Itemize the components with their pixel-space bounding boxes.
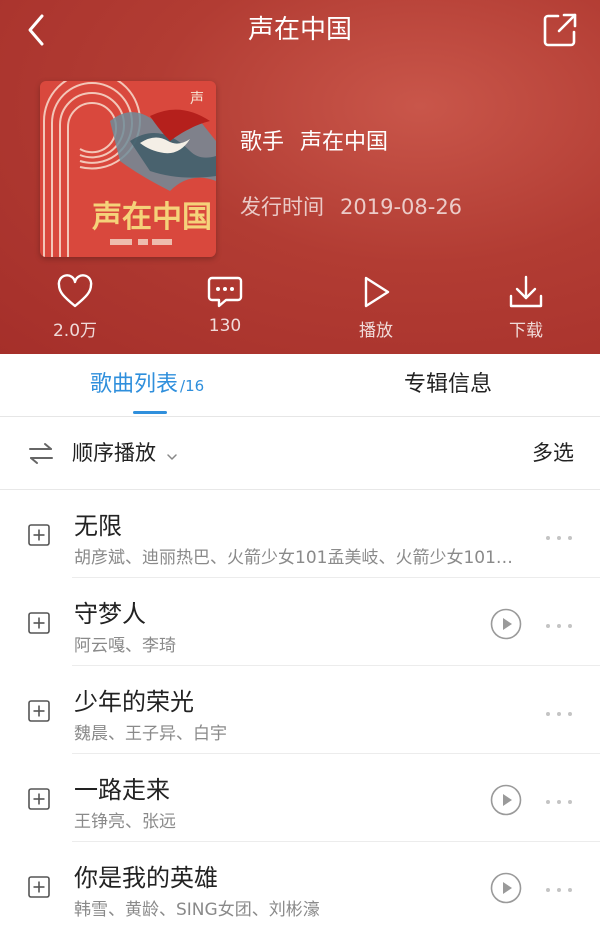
multi-select-button[interactable]: 多选 bbox=[532, 417, 574, 489]
song-artists: 胡彦斌、迪丽热巴、火箭少女101孟美岐、火箭少女101吴宣仪 bbox=[74, 548, 526, 568]
release-row: 发行时间 2019-08-26 bbox=[240, 191, 462, 221]
song-title: 少年的荣光 bbox=[74, 688, 194, 716]
share-icon bbox=[543, 13, 577, 47]
cover-title-text: 声在中国 bbox=[92, 200, 212, 235]
song-title: 一路走来 bbox=[74, 776, 170, 804]
play-controls: 顺序播放 多选 bbox=[0, 417, 600, 490]
song-count: /16 bbox=[180, 377, 205, 395]
album-cover[interactable]: 声 声在中国 bbox=[40, 81, 216, 257]
plus-box-icon bbox=[28, 700, 50, 722]
tab-album-info-label: 专辑信息 bbox=[404, 372, 493, 397]
song-artists: 阿云嘎、李琦 bbox=[74, 636, 176, 656]
singer-row[interactable]: 歌手 声在中国 bbox=[240, 124, 388, 156]
add-to-playlist-button[interactable] bbox=[28, 788, 50, 810]
album-cover-art: 声 声在中国 bbox=[40, 81, 216, 257]
plus-box-icon bbox=[28, 788, 50, 810]
more-options-button[interactable] bbox=[544, 616, 574, 628]
order-dropdown[interactable] bbox=[166, 447, 178, 466]
plus-box-icon bbox=[28, 524, 50, 546]
download-label: 下载 bbox=[509, 321, 543, 341]
download-button[interactable]: 下载 bbox=[471, 274, 581, 341]
active-tab-indicator bbox=[133, 411, 167, 414]
more-options-button[interactable] bbox=[544, 704, 574, 716]
song-artists: 王铮亮、张远 bbox=[74, 812, 176, 832]
mv-play-button[interactable] bbox=[490, 608, 522, 640]
plus-box-icon bbox=[28, 612, 50, 634]
list-item[interactable]: 少年的荣光 魏晨、王子异、白宇 bbox=[0, 666, 600, 754]
favorite-count: 2.0万 bbox=[52, 321, 98, 341]
comment-button[interactable]: 130 bbox=[170, 274, 280, 340]
tab-song-list-label: 歌曲列表 bbox=[90, 372, 179, 397]
list-item[interactable]: 无限 胡彦斌、迪丽热巴、火箭少女101孟美岐、火箭少女101吴宣仪 bbox=[0, 490, 600, 578]
more-options-button[interactable] bbox=[544, 880, 574, 892]
release-label: 发行时间 bbox=[240, 195, 324, 219]
order-mode-label[interactable]: 顺序播放 bbox=[72, 417, 156, 489]
song-artists: 魏晨、王子异、白宇 bbox=[74, 724, 227, 744]
add-to-playlist-button[interactable] bbox=[28, 612, 50, 634]
list-item[interactable]: 你是我的英雄 韩雪、黄龄、SING女团、刘彬濠 bbox=[0, 842, 600, 930]
song-title: 无限 bbox=[74, 512, 122, 540]
tab-bar: 歌曲列表/16 专辑信息 bbox=[0, 354, 600, 417]
favorite-button[interactable]: 2.0万 bbox=[20, 274, 130, 341]
tab-album-info[interactable]: 专辑信息 bbox=[404, 354, 492, 416]
page-title: 声在中国 bbox=[247, 15, 352, 45]
more-dots-icon bbox=[546, 800, 572, 804]
sequential-play-icon bbox=[29, 443, 53, 464]
comment-icon bbox=[207, 276, 243, 308]
singer-label: 歌手 bbox=[240, 130, 285, 155]
mv-play-button[interactable] bbox=[490, 872, 522, 904]
svg-text:声: 声 bbox=[190, 91, 204, 107]
download-icon bbox=[509, 275, 543, 308]
song-title: 守梦人 bbox=[74, 600, 146, 628]
more-dots-icon bbox=[546, 712, 572, 716]
play-all-button[interactable]: 播放 bbox=[321, 274, 431, 341]
comment-count: 130 bbox=[208, 316, 242, 336]
play-label: 播放 bbox=[359, 321, 393, 341]
mv-play-button[interactable] bbox=[490, 784, 522, 816]
more-options-button[interactable] bbox=[544, 528, 574, 540]
play-icon bbox=[364, 276, 390, 308]
song-title: 你是我的英雄 bbox=[74, 864, 218, 892]
mv-play-icon bbox=[490, 784, 522, 816]
release-date: 2019-08-26 bbox=[340, 195, 463, 219]
mv-play-icon bbox=[490, 872, 522, 904]
more-options-button[interactable] bbox=[544, 792, 574, 804]
singer-name[interactable]: 声在中国 bbox=[300, 130, 388, 155]
add-to-playlist-button[interactable] bbox=[28, 524, 50, 546]
more-dots-icon bbox=[546, 888, 572, 892]
action-row: 2.0万 130 播放 下载 bbox=[0, 274, 600, 344]
share-button[interactable] bbox=[540, 10, 580, 50]
more-dots-icon bbox=[546, 624, 572, 628]
order-mode-button[interactable] bbox=[28, 441, 54, 469]
list-item[interactable]: 一路走来 王铮亮、张远 bbox=[0, 754, 600, 842]
add-to-playlist-button[interactable] bbox=[28, 700, 50, 722]
chevron-down-icon bbox=[167, 454, 177, 460]
tab-song-list[interactable]: 歌曲列表/16 bbox=[90, 354, 204, 416]
plus-box-icon bbox=[28, 876, 50, 898]
heart-icon bbox=[57, 274, 93, 308]
list-item[interactable]: 守梦人 阿云嘎、李琦 bbox=[0, 578, 600, 666]
song-artists: 韩雪、黄龄、SING女团、刘彬濠 bbox=[74, 900, 320, 920]
mv-play-icon bbox=[490, 608, 522, 640]
album-header: 声在中国 声 声在中国 歌手 声在中国 发行时间 2019-08-26 2.0万… bbox=[0, 0, 600, 354]
more-dots-icon bbox=[546, 536, 572, 540]
add-to-playlist-button[interactable] bbox=[28, 876, 50, 898]
